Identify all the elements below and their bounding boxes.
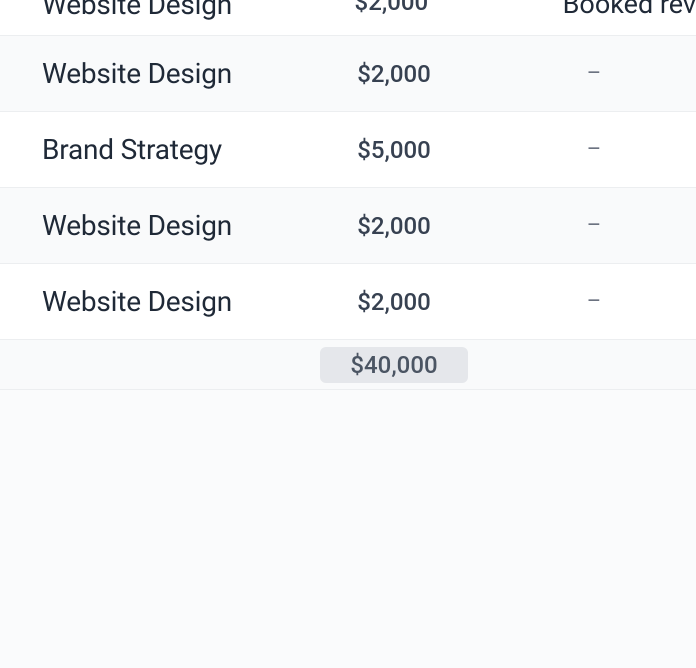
table-row[interactable]: Website Design $2,000 – — [0, 188, 696, 264]
column-header-booked: Booked rev — [491, 0, 696, 20]
service-name-cell: Website Design — [0, 209, 294, 242]
service-name-cell: Website Design — [0, 57, 294, 90]
status-cell: – — [494, 61, 694, 86]
table-row[interactable]: Brand Strategy $5,000 – — [0, 112, 696, 188]
total-amount-container: $40,000 — [294, 347, 494, 383]
status-cell: – — [494, 289, 694, 314]
amount-cell: $5,000 — [294, 136, 494, 164]
service-name-cell: Website Design — [0, 0, 292, 21]
table-total-row: $40,000 — [0, 340, 696, 390]
revenue-table: Website Design $2,000 Booked rev Website… — [0, 0, 696, 668]
total-amount: $40,000 — [320, 347, 467, 383]
amount-cell: $2,000 — [294, 212, 494, 240]
service-name-cell: Website Design — [0, 285, 294, 318]
status-cell: – — [494, 213, 694, 238]
table-row[interactable]: Website Design $2,000 – — [0, 264, 696, 340]
amount-cell: $2,000 — [294, 288, 494, 316]
empty-area — [0, 390, 696, 668]
amount-cell: $2,000 — [292, 0, 491, 16]
table-row[interactable]: Website Design $2,000 – — [0, 36, 696, 112]
table-row[interactable]: Website Design $2,000 Booked rev — [0, 0, 696, 36]
status-cell: – — [494, 137, 694, 162]
service-name-cell: Brand Strategy — [0, 133, 294, 166]
amount-cell: $2,000 — [294, 60, 494, 88]
